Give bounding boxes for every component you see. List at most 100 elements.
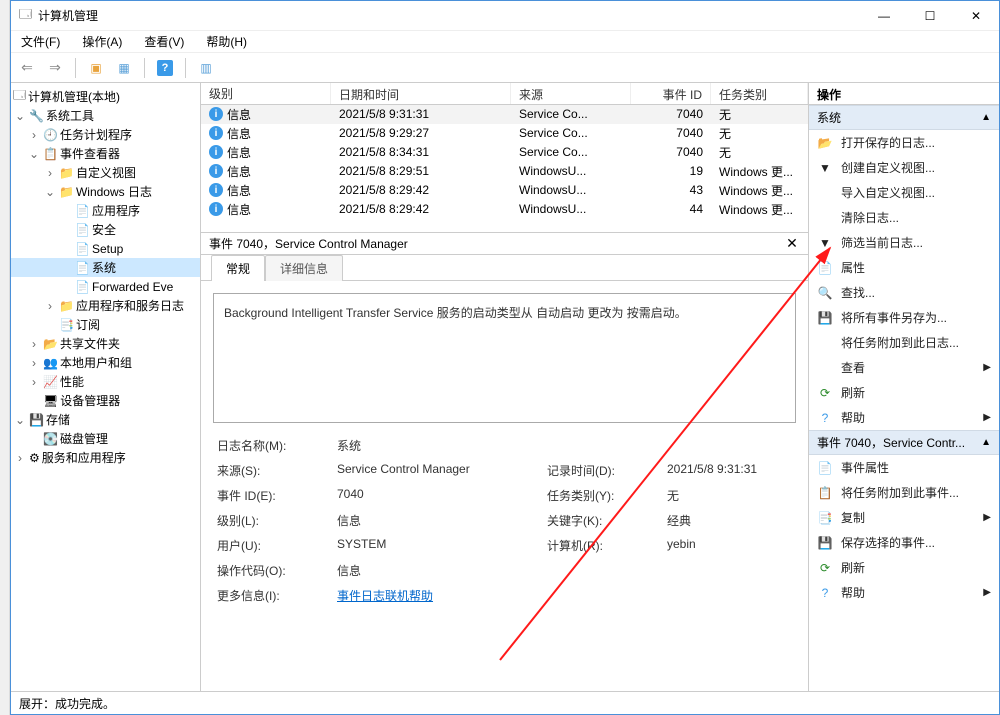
- close-button[interactable]: ✕: [953, 1, 999, 30]
- event-row[interactable]: i信息2021/5/8 9:29:27Service Co...7040无: [201, 124, 808, 143]
- action-refresh[interactable]: ⟳刷新: [809, 380, 999, 405]
- action-filter-current-log[interactable]: ▼筛选当前日志...: [809, 230, 999, 255]
- action-event-properties[interactable]: 📄事件属性: [809, 455, 999, 480]
- menu-view[interactable]: 查看(V): [140, 31, 188, 52]
- action-pane-button[interactable]: ▥: [194, 56, 218, 80]
- info-icon: i: [209, 145, 223, 159]
- col-date[interactable]: 日期和时间: [331, 83, 511, 104]
- action-import-custom-view[interactable]: 导入自定义视图...: [809, 180, 999, 205]
- lbl-moreinfo: 更多信息(I):: [217, 587, 327, 604]
- tree-device-manager[interactable]: 🖥设备管理器: [11, 391, 200, 410]
- tree-system-tools[interactable]: ⌄🔧系统工具: [11, 106, 200, 125]
- main-content: 🗔计算机管理(本地) ⌄🔧系统工具 ›🕘任务计划程序 ⌄📋事件查看器 ›📁自定义…: [11, 83, 999, 692]
- menu-action[interactable]: 操作(A): [78, 31, 126, 52]
- properties-button[interactable]: ▦: [112, 56, 136, 80]
- separator: [185, 58, 186, 78]
- col-taskcat[interactable]: 任务类别: [711, 83, 808, 104]
- info-icon: i: [209, 126, 223, 140]
- app-icon: 🗔: [19, 5, 32, 26]
- tree-forwarded-events[interactable]: 📄Forwarded Eve: [11, 277, 200, 296]
- event-grid-body[interactable]: i信息2021/5/8 9:31:31Service Co...7040无i信息…: [201, 105, 808, 233]
- col-level[interactable]: 级别: [201, 83, 331, 104]
- val-opcode: 信息: [337, 562, 537, 579]
- outer-strip: [0, 0, 10, 715]
- action-attach-task-log[interactable]: 将任务附加到此日志...: [809, 330, 999, 355]
- tree-disk-management[interactable]: 💽磁盘管理: [11, 429, 200, 448]
- detail-close-button[interactable]: ✕: [784, 236, 800, 252]
- tree-shared-folders[interactable]: ›📂共享文件夹: [11, 334, 200, 353]
- nav-tree[interactable]: 🗔计算机管理(本地) ⌄🔧系统工具 ›🕘任务计划程序 ⌄📋事件查看器 ›📁自定义…: [11, 83, 201, 691]
- lbl-keywords: 关键字(K):: [547, 512, 657, 529]
- col-source[interactable]: 来源: [511, 83, 631, 104]
- lbl-logname: 日志名称(M):: [217, 437, 327, 454]
- actions-cat-system[interactable]: 系统▲: [809, 105, 999, 130]
- lbl-computer: 计算机(R):: [547, 537, 657, 554]
- tree-services-apps[interactable]: ›⚙服务和应用程序: [11, 448, 200, 467]
- tree-system-log[interactable]: 📄系统: [11, 258, 200, 277]
- action-clear-log[interactable]: 清除日志...: [809, 205, 999, 230]
- tree-app-services-logs[interactable]: ›📁应用程序和服务日志: [11, 296, 200, 315]
- funnel-icon: ▼: [817, 160, 833, 176]
- info-icon: i: [209, 164, 223, 178]
- lbl-logged: 记录时间(D):: [547, 462, 657, 479]
- actions-cat-event[interactable]: 事件 7040，Service Contr...▲: [809, 430, 999, 455]
- event-properties-grid: 日志名称(M): 系统 来源(S): Service Control Manag…: [213, 431, 796, 610]
- detail-tabs: 常规 详细信息: [201, 255, 808, 281]
- blank-icon: [817, 335, 833, 351]
- tab-details[interactable]: 详细信息: [265, 255, 343, 281]
- link-online-help[interactable]: 事件日志联机帮助: [337, 587, 537, 604]
- task-icon: 📋: [817, 485, 833, 501]
- blank-icon: [817, 185, 833, 201]
- tree-performance[interactable]: ›📈性能: [11, 372, 200, 391]
- menu-help[interactable]: 帮助(H): [202, 31, 251, 52]
- action-copy[interactable]: 📑复制▶: [809, 505, 999, 530]
- action-find[interactable]: 🔍查找...: [809, 280, 999, 305]
- action-properties[interactable]: 📄属性: [809, 255, 999, 280]
- event-row[interactable]: i信息2021/5/8 9:31:31Service Co...7040无: [201, 105, 808, 124]
- action-save-selected[interactable]: 💾保存选择的事件...: [809, 530, 999, 555]
- event-row[interactable]: i信息2021/5/8 8:29:42WindowsU...44Windows …: [201, 200, 808, 219]
- event-row[interactable]: i信息2021/5/8 8:34:31Service Co...7040无: [201, 143, 808, 162]
- tree-root[interactable]: 🗔计算机管理(本地): [11, 87, 200, 106]
- tree-custom-views[interactable]: ›📁自定义视图: [11, 163, 200, 182]
- val-keywords: 经典: [667, 512, 808, 529]
- action-view[interactable]: 查看▶: [809, 355, 999, 380]
- event-row[interactable]: i信息2021/5/8 8:29:42WindowsU...43Windows …: [201, 181, 808, 200]
- refresh-icon: ⟳: [817, 560, 833, 576]
- action-help2[interactable]: ?帮助▶: [809, 580, 999, 605]
- tree-storage[interactable]: ⌄💾存储: [11, 410, 200, 429]
- action-help[interactable]: ?帮助▶: [809, 405, 999, 430]
- action-open-saved-log[interactable]: 📂打开保存的日志...: [809, 130, 999, 155]
- tree-security-log[interactable]: 📄安全: [11, 220, 200, 239]
- back-button[interactable]: ⇐: [15, 56, 39, 80]
- tree-task-scheduler[interactable]: ›🕘任务计划程序: [11, 125, 200, 144]
- event-row[interactable]: i信息2021/5/8 8:29:51WindowsU...19Windows …: [201, 162, 808, 181]
- titlebar[interactable]: 🗔 计算机管理 — ☐ ✕: [11, 1, 999, 31]
- maximize-button[interactable]: ☐: [907, 1, 953, 30]
- val-logname: 系统: [337, 437, 537, 454]
- forward-button[interactable]: ⇒: [43, 56, 67, 80]
- menubar: 文件(F) 操作(A) 查看(V) 帮助(H): [11, 31, 999, 53]
- tree-windows-logs[interactable]: ⌄📁Windows 日志: [11, 182, 200, 201]
- action-save-all-events[interactable]: 💾将所有事件另存为...: [809, 305, 999, 330]
- lbl-opcode: 操作代码(O):: [217, 562, 327, 579]
- minimize-button[interactable]: —: [861, 1, 907, 30]
- col-eventid[interactable]: 事件 ID: [631, 83, 711, 104]
- action-attach-task-event[interactable]: 📋将任务附加到此事件...: [809, 480, 999, 505]
- tree-event-viewer[interactable]: ⌄📋事件查看器: [11, 144, 200, 163]
- tree-subscriptions[interactable]: 📑订阅: [11, 315, 200, 334]
- tree-application-log[interactable]: 📄应用程序: [11, 201, 200, 220]
- tree-setup-log[interactable]: 📄Setup: [11, 239, 200, 258]
- toolbar: ⇐ ⇒ ▣ ▦ ? ▥: [11, 53, 999, 83]
- show-hide-tree-button[interactable]: ▣: [84, 56, 108, 80]
- help-button[interactable]: ?: [153, 56, 177, 80]
- menu-file[interactable]: 文件(F): [17, 31, 64, 52]
- tree-local-users[interactable]: ›👥本地用户和组: [11, 353, 200, 372]
- help-icon: ?: [817, 585, 833, 601]
- separator: [75, 58, 76, 78]
- val-user: SYSTEM: [337, 537, 537, 554]
- status-text: 展开：成功完成。: [19, 695, 115, 712]
- action-refresh2[interactable]: ⟳刷新: [809, 555, 999, 580]
- tab-general[interactable]: 常规: [211, 255, 265, 281]
- action-create-custom-view[interactable]: ▼创建自定义视图...: [809, 155, 999, 180]
